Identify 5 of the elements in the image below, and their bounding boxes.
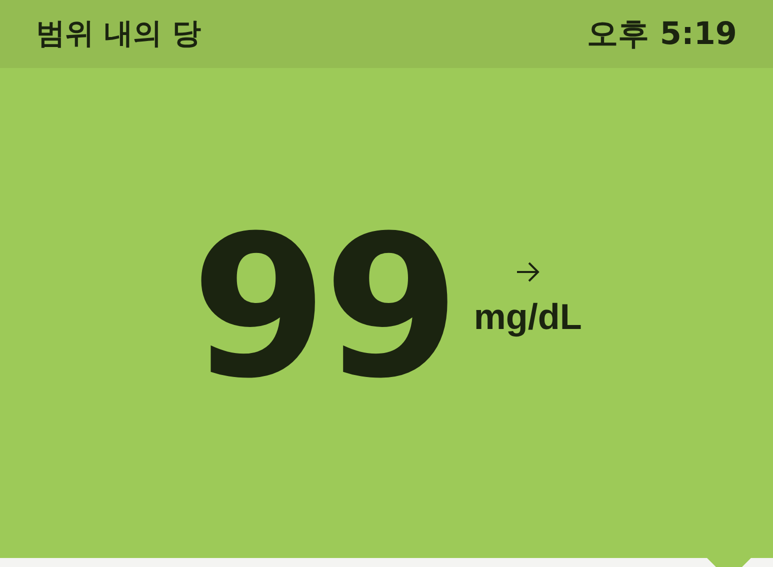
- time-label: 오후 5:19: [587, 14, 737, 54]
- status-title: 범위 내의 당: [36, 15, 202, 52]
- right-arrow-icon: [516, 261, 540, 283]
- glucose-value: 99: [191, 210, 456, 406]
- unit-label: mg/dL: [474, 299, 582, 335]
